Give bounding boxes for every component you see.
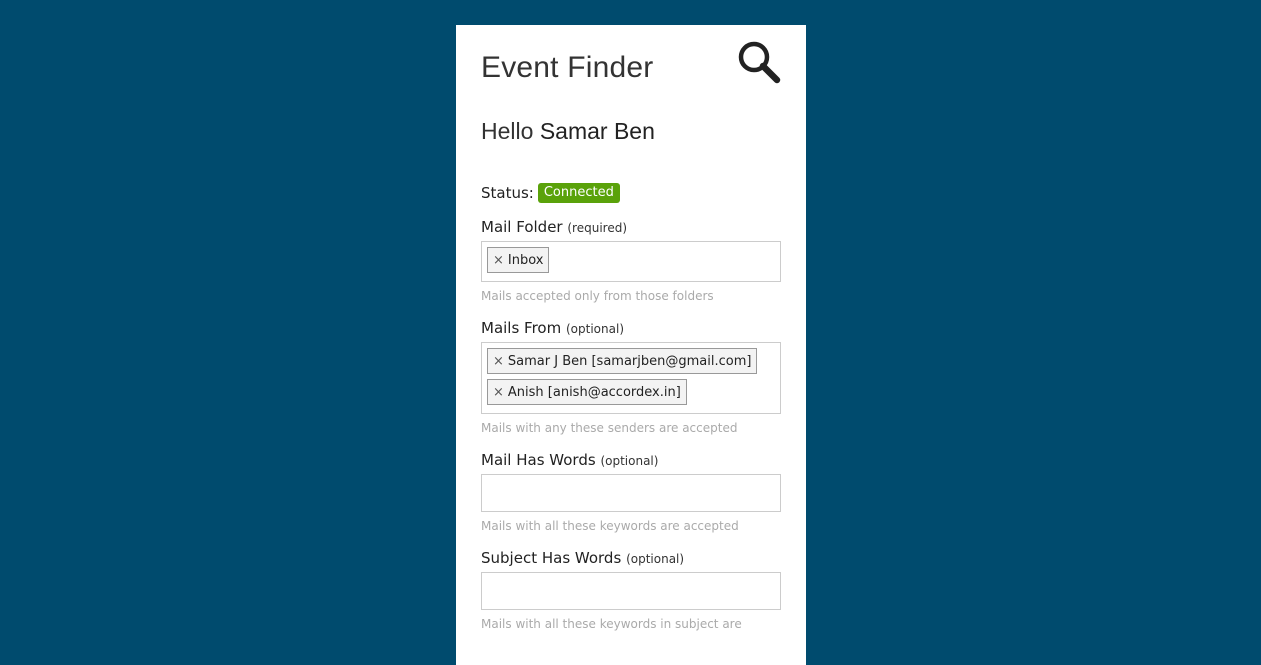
mail-has-words-input[interactable] — [481, 474, 781, 512]
mail-folder-label-text: Mail Folder — [481, 218, 563, 236]
mail-has-words-help: Mails with all these keywords are accept… — [481, 519, 739, 533]
mail-has-words-qualifier: (optional) — [600, 454, 659, 468]
remove-tag-icon[interactable]: × — [493, 253, 504, 268]
search-button[interactable] — [737, 40, 781, 84]
mail-has-words-label-text: Mail Has Words — [481, 451, 596, 469]
mails-from-label: Mails From (optional) — [481, 319, 781, 338]
subject-has-words-label-text: Subject Has Words — [481, 549, 622, 567]
tag-label: Samar J Ben [samarjben@gmail.com] — [507, 353, 752, 369]
subject-has-words-field: Subject Has Words (optional) Mails with … — [481, 549, 781, 635]
status-badge: Connected — [537, 182, 620, 203]
search-icon — [738, 41, 781, 84]
subject-has-words-help: Mails with all these keywords in subject… — [481, 617, 742, 631]
app-title: Event Finder — [481, 51, 654, 84]
mail-folder-qualifier: (required) — [567, 221, 628, 235]
tag-label: Anish [anish@accordex.in] — [507, 384, 681, 400]
subject-has-words-label: Subject Has Words (optional) — [481, 549, 781, 568]
subject-has-words-qualifier: (optional) — [626, 552, 685, 566]
greeting-prefix: Hello — [481, 118, 534, 144]
user-name: Samar Ben — [539, 118, 655, 144]
remove-tag-icon[interactable]: × — [493, 385, 504, 400]
status-label: Status: — [481, 183, 534, 202]
subject-has-words-input[interactable] — [481, 572, 781, 610]
tag-label: Inbox — [507, 252, 544, 268]
remove-tag-icon[interactable]: × — [493, 354, 504, 369]
mail-has-words-label: Mail Has Words (optional) — [481, 451, 781, 470]
tag-sender: × Anish [anish@accordex.in] — [487, 379, 687, 405]
mails-from-field: Mails From (optional) × Samar J Ben [sam… — [481, 319, 781, 439]
mail-folder-label: Mail Folder (required) — [481, 218, 781, 237]
tag-inbox: × Inbox — [487, 247, 550, 273]
mail-folder-field: Mail Folder (required) × Inbox Mails acc… — [481, 218, 781, 307]
mails-from-input[interactable]: × Samar J Ben [samarjben@gmail.com] × An… — [481, 342, 781, 414]
mail-folder-input[interactable]: × Inbox — [481, 241, 781, 282]
greeting: Hello Samar Ben — [481, 117, 781, 171]
mails-from-qualifier: (optional) — [566, 322, 624, 336]
tag-sender: × Samar J Ben [samarjben@gmail.com] — [487, 348, 758, 374]
header: Event Finder — [481, 25, 781, 117]
mail-has-words-field: Mail Has Words (optional) Mails with all… — [481, 451, 781, 537]
mails-from-help: Mails with any these senders are accepte… — [481, 421, 738, 435]
event-finder-panel: Event Finder Hello Samar Ben Status: Con… — [456, 25, 806, 665]
mail-folder-help: Mails accepted only from those folders — [481, 289, 714, 303]
mails-from-label-text: Mails From — [481, 319, 562, 337]
status-row: Status: Connected — [481, 171, 781, 210]
